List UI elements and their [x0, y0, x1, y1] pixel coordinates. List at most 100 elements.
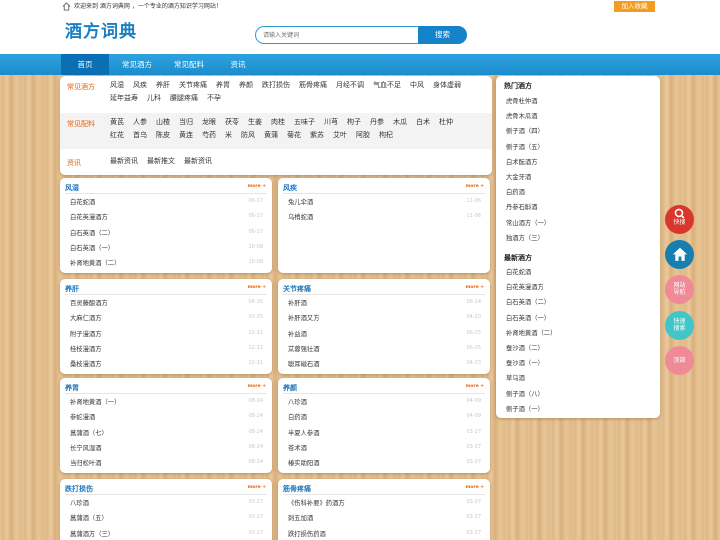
- recipe-link[interactable]: 苍术酒: [288, 443, 307, 452]
- recipe-link[interactable]: 菖蒲酒（五）: [70, 513, 108, 522]
- hot-recipe-link[interactable]: 大金牙酒: [506, 172, 531, 181]
- home-float-button[interactable]: [665, 240, 694, 269]
- column-title[interactable]: 养颜: [283, 383, 297, 393]
- recipe-link[interactable]: 附子漫酒方: [70, 329, 101, 338]
- recipe-link[interactable]: 补肾地黄酒（一）: [70, 397, 120, 406]
- category-link[interactable]: 黄芪: [110, 116, 124, 129]
- recipe-link[interactable]: 大麻仁酒方: [70, 313, 101, 322]
- new-recipe-link[interactable]: 蚕沙酒（一）: [506, 358, 544, 367]
- more-link[interactable]: more +: [248, 485, 266, 490]
- recipe-link[interactable]: 补肾地黄酒（二）: [70, 258, 120, 267]
- more-link[interactable]: more +: [248, 184, 266, 189]
- category-link[interactable]: 黄蒲: [264, 129, 278, 142]
- category-link[interactable]: 丹参: [370, 116, 384, 129]
- new-recipe-link[interactable]: 草乌酒: [506, 373, 525, 382]
- recipe-link[interactable]: 跌打损伤药酒: [288, 529, 326, 538]
- category-link[interactable]: 最新资讯: [110, 155, 138, 168]
- column-title[interactable]: 养肝: [65, 284, 79, 294]
- category-link[interactable]: 五味子: [294, 116, 315, 129]
- category-link[interactable]: 芍药: [202, 129, 216, 142]
- recipe-link[interactable]: 八珍酒: [288, 397, 307, 406]
- category-link[interactable]: 儿科: [147, 92, 161, 105]
- column-title[interactable]: 风湿: [65, 183, 79, 193]
- new-recipe-link[interactable]: 白石英酒（二）: [506, 297, 550, 306]
- hot-recipe-link[interactable]: 丹参石斛酒: [506, 202, 537, 211]
- recipe-link[interactable]: 刺五加酒: [288, 513, 313, 522]
- category-link[interactable]: 首乌: [133, 129, 147, 142]
- recipe-link[interactable]: 菖蒲酒方（三）: [70, 529, 114, 538]
- nav-home[interactable]: 首页: [61, 54, 109, 75]
- category-link[interactable]: 茯苓: [225, 116, 239, 129]
- back-to-top-float-button[interactable]: 顶部: [665, 346, 694, 375]
- category-link[interactable]: 腰腿疼痛: [170, 92, 198, 105]
- new-recipe-link[interactable]: 蚕沙酒（二）: [506, 343, 544, 352]
- recipe-link[interactable]: 《伤科补要》药酒方: [288, 498, 345, 507]
- more-link[interactable]: more +: [466, 184, 484, 189]
- recipe-link[interactable]: 白石英酒（二）: [70, 228, 114, 237]
- recipe-link[interactable]: 参蛇漫酒: [70, 412, 95, 421]
- category-link[interactable]: 月经不调: [336, 79, 364, 92]
- category-link[interactable]: 杜仲: [439, 116, 453, 129]
- category-link[interactable]: 黄连: [179, 129, 193, 142]
- more-link[interactable]: more +: [466, 384, 484, 389]
- hot-recipe-link[interactable]: 常山酒方（一）: [506, 218, 550, 227]
- quick-search-float-button[interactable]: 快搜: [665, 205, 694, 234]
- category-link[interactable]: 不孕: [207, 92, 221, 105]
- recipe-link[interactable]: 半夏人参酒: [288, 428, 319, 437]
- category-link[interactable]: 关节疼痛: [179, 79, 207, 92]
- recipe-link[interactable]: 白药酒: [288, 412, 307, 421]
- column-title[interactable]: 养胃: [65, 383, 79, 393]
- recipe-link[interactable]: 椿实助阳酒: [288, 458, 319, 467]
- new-recipe-link[interactable]: 侧子酒（八）: [506, 389, 544, 398]
- category-link[interactable]: 风湿: [110, 79, 124, 92]
- category-link[interactable]: 龙眼: [202, 116, 216, 129]
- category-link[interactable]: 身体虚弱: [433, 79, 461, 92]
- recipe-link[interactable]: 白花英漫酒方: [70, 212, 108, 221]
- category-link[interactable]: 筋骨疼痛: [299, 79, 327, 92]
- recipe-link[interactable]: 白石英酒（一）: [70, 243, 114, 252]
- nav-recipes[interactable]: 常见酒方: [111, 54, 163, 75]
- more-link[interactable]: more +: [248, 384, 266, 389]
- category-link[interactable]: 生姜: [248, 116, 262, 129]
- recipe-link[interactable]: 菖蒲酒（七）: [70, 428, 108, 437]
- category-link[interactable]: 中风: [410, 79, 424, 92]
- recipe-link[interactable]: 补肝酒: [288, 298, 307, 307]
- hot-recipe-link[interactable]: 白药酒: [506, 187, 525, 196]
- category-link[interactable]: 防风: [241, 129, 255, 142]
- category-link[interactable]: 跌打损伤: [262, 79, 290, 92]
- search-input[interactable]: [255, 26, 421, 44]
- recipe-link[interactable]: 聪耳磁石酒: [288, 359, 319, 368]
- category-link[interactable]: 养肝: [156, 79, 170, 92]
- recipe-link[interactable]: 乌梢蛇酒: [288, 212, 313, 221]
- column-title[interactable]: 关节疼痛: [283, 284, 311, 294]
- add-favorite-button[interactable]: 加入收藏: [614, 1, 655, 12]
- category-link[interactable]: 菊花: [287, 129, 301, 142]
- category-link[interactable]: 当归: [179, 116, 193, 129]
- hot-recipe-link[interactable]: 白术酝酒方: [506, 157, 537, 166]
- site-nav-float-button[interactable]: 网站 导航: [665, 275, 694, 304]
- category-link[interactable]: 气血不足: [373, 79, 401, 92]
- category-link[interactable]: 紫苏: [310, 129, 324, 142]
- recipe-link[interactable]: 百灵藤酿酒方: [70, 298, 108, 307]
- category-link[interactable]: 延年益寿: [110, 92, 138, 105]
- column-title[interactable]: 风疾: [283, 183, 297, 193]
- recipe-link[interactable]: 长宁风湿酒: [70, 443, 101, 452]
- recipe-link[interactable]: 白花蛇酒: [70, 197, 95, 206]
- hot-recipe-link[interactable]: 独酒方（三）: [506, 233, 544, 242]
- category-link[interactable]: 陈皮: [156, 129, 170, 142]
- recipe-link[interactable]: 当归松叶酒: [70, 458, 101, 467]
- category-link[interactable]: 最新资讯: [184, 155, 212, 168]
- column-title[interactable]: 筋骨疼痛: [283, 484, 311, 494]
- more-link[interactable]: more +: [466, 285, 484, 290]
- category-link[interactable]: 阿胶: [356, 129, 370, 142]
- recipe-link[interactable]: 八珍酒: [70, 498, 89, 507]
- new-recipe-link[interactable]: 侧子酒（一）: [506, 404, 544, 413]
- more-link[interactable]: more +: [248, 285, 266, 290]
- recipe-link[interactable]: 补肝酒又方: [288, 313, 319, 322]
- category-link[interactable]: 木瓜: [393, 116, 407, 129]
- search-button[interactable]: 搜索: [418, 26, 467, 44]
- category-link[interactable]: 养颜: [239, 79, 253, 92]
- category-link[interactable]: 川芎: [324, 116, 338, 129]
- column-title[interactable]: 跌打损伤: [65, 484, 93, 494]
- new-recipe-link[interactable]: 白花蛇酒: [506, 267, 531, 276]
